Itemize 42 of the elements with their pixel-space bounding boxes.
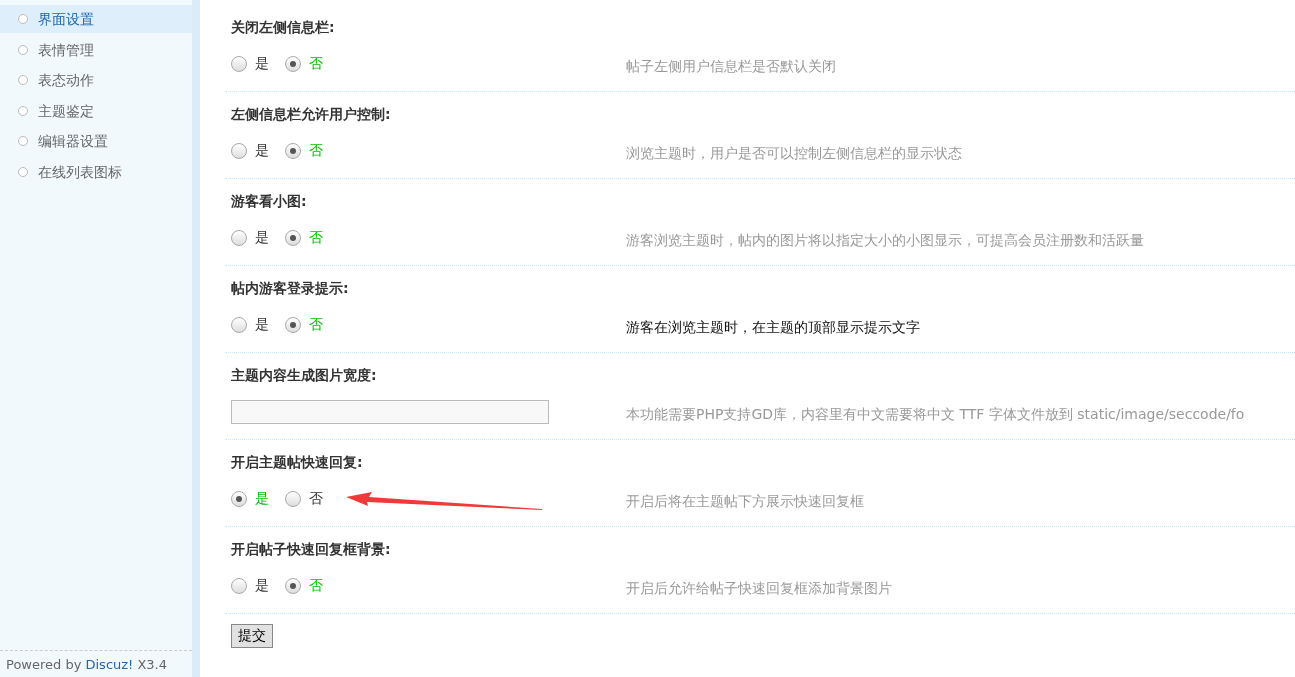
radio-option[interactable]: 是 <box>231 316 269 334</box>
setting-description: 开启后将在主题帖下方展示快速回复框 <box>626 493 864 511</box>
radio-option[interactable]: 是 <box>231 229 269 247</box>
setting-label: 帖内游客登录提示: <box>231 279 350 298</box>
radio-button[interactable] <box>231 230 247 246</box>
setting-description: 游客浏览主题时，帖内的图片将以指定大小的小图显示，可提高会员注册数和活跃量 <box>626 232 1144 250</box>
setting-description: 游客在浏览主题时，在主题的顶部显示提示文字 <box>626 319 920 337</box>
radio-button[interactable] <box>285 491 301 507</box>
radio-button[interactable] <box>231 317 247 333</box>
radio-button[interactable] <box>285 317 301 333</box>
sidebar-item[interactable]: 在线列表图标 <box>0 157 192 186</box>
radio-button[interactable] <box>285 578 301 594</box>
powered-by-text: Powered by Discuz! X3.4 <box>6 657 168 672</box>
setting-label: 主题内容生成图片宽度: <box>231 366 378 385</box>
sidebar-item[interactable]: 编辑器设置 <box>0 127 192 155</box>
radio-option[interactable]: 否 <box>285 490 323 508</box>
radio-button[interactable] <box>231 578 247 594</box>
sidebar-item[interactable]: 表态动作 <box>0 66 192 94</box>
radio-button[interactable] <box>285 230 301 246</box>
setting-label: 开启主题帖快速回复: <box>231 453 364 472</box>
setting-description: 开启后允许给帖子快速回复框添加背景图片 <box>626 580 892 598</box>
radio-option[interactable]: 是 <box>231 577 269 595</box>
radio-option[interactable]: 是 <box>231 142 269 160</box>
radio-button[interactable] <box>285 56 301 72</box>
radio-button[interactable] <box>231 491 247 507</box>
radio-button[interactable] <box>285 143 301 159</box>
radio-option[interactable]: 是 <box>231 55 269 73</box>
setting-label: 关闭左侧信息栏: <box>231 18 336 37</box>
setting-description: 帖子左侧用户信息栏是否默认关闭 <box>626 58 836 76</box>
width-input-field[interactable] <box>231 400 549 424</box>
radio-button[interactable] <box>231 143 247 159</box>
discuz-link[interactable]: Discuz! <box>85 657 134 672</box>
setting-description: 浏览主题时，用户是否可以控制左侧信息栏的显示状态 <box>626 145 962 163</box>
setting-label: 开启帖子快速回复框背景: <box>231 540 392 559</box>
radio-button[interactable] <box>231 56 247 72</box>
setting-label: 左侧信息栏允许用户控制: <box>231 105 392 124</box>
sidebar-item[interactable]: 界面设置 <box>0 5 192 33</box>
setting-label: 游客看小图: <box>231 192 308 211</box>
sidebar-item[interactable]: 表情管理 <box>0 35 192 64</box>
setting-description: 本功能需要PHP支持GD库，内容里有中文需要将中文 TTF 字体文件放到 static/image/seccode/fo <box>626 406 1245 424</box>
sidebar-item[interactable]: 主题鉴定 <box>0 96 192 125</box>
submit-button[interactable]: 提交 <box>231 624 273 648</box>
